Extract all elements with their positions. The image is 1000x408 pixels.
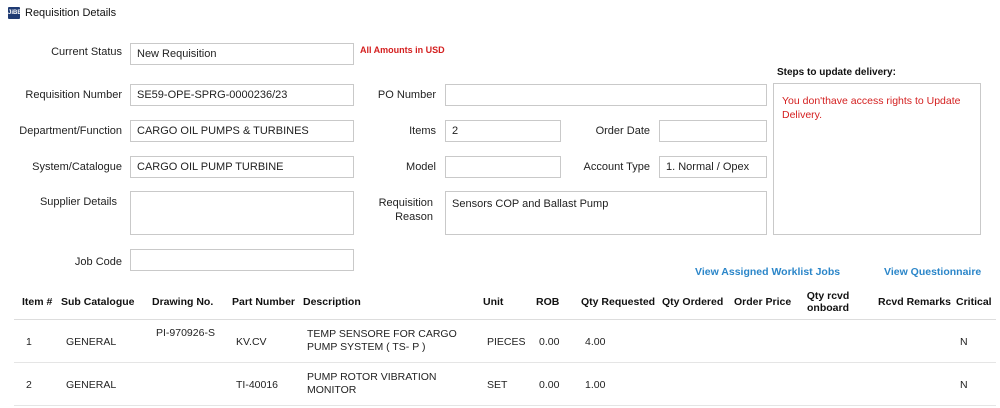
cell-unit: SET (487, 379, 508, 391)
cell-description: PUMP ROTOR VIBRATION MONITOR (307, 371, 437, 397)
delivery-steps-box: You don'thave access rights to Update De… (773, 83, 981, 235)
cell-item-no: 1 (26, 336, 32, 348)
cell-part-number: TI-40016 (236, 379, 279, 391)
department-label: Department/Function (19, 125, 122, 137)
requisition-reason-label-line2: Reason (395, 211, 433, 223)
system-catalogue-field[interactable]: CARGO OIL PUMP TURBINE (130, 156, 354, 178)
account-type-field[interactable]: 1. Normal / Opex (659, 156, 767, 178)
cell-rob: 0.00 (539, 379, 560, 391)
header-unit[interactable]: Unit (483, 296, 503, 308)
cell-qty-requested: 4.00 (585, 336, 606, 348)
order-date-field[interactable] (659, 120, 767, 142)
cell-description-line2: PUMP SYSTEM ( TS- P ) (307, 341, 426, 353)
header-rob[interactable]: ROB (536, 296, 559, 308)
cell-part-number: KV.CV (236, 336, 267, 348)
cell-description-line1: TEMP SENSORE FOR CARGO (307, 328, 457, 340)
header-qty-rcvd-onboard[interactable]: Qty rcvd onboard (806, 290, 850, 314)
header-item-no[interactable]: Item # (22, 296, 52, 308)
requisition-reason-field[interactable]: Sensors COP and Ballast Pump (445, 191, 767, 235)
header-qty-rcvd-line1: Qty rcvd (806, 290, 850, 302)
supplier-details-label: Supplier Details (39, 196, 117, 208)
po-number-label: PO Number (377, 89, 436, 101)
table-row[interactable]: 2 GENERAL TI-40016 PUMP ROTOR VIBRATION … (14, 364, 996, 406)
requisition-reason-label-line1: Requisition (378, 197, 433, 209)
system-catalogue-label: System/Catalogue (32, 161, 122, 173)
header-description[interactable]: Description (303, 296, 361, 308)
cell-sub-catalogue: GENERAL (66, 336, 117, 348)
model-label: Model (406, 161, 436, 173)
window-title: Requisition Details (25, 7, 117, 19)
header-rcvd-remarks[interactable]: Rcvd Remarks (878, 296, 951, 308)
header-sub-catalogue[interactable]: Sub Catalogue (61, 296, 135, 308)
cell-description-line2: MONITOR (307, 384, 357, 396)
view-questionnaire-link[interactable]: View Questionnaire (884, 266, 981, 278)
app-logo-icon: JiBE (8, 7, 21, 19)
header-qty-ordered[interactable]: Qty Ordered (662, 296, 723, 308)
current-status-field[interactable]: New Requisition (130, 43, 354, 65)
header-part-number[interactable]: Part Number (232, 296, 295, 308)
cell-rob: 0.00 (539, 336, 560, 348)
account-type-label: Account Type (583, 161, 650, 173)
cell-unit: PIECES (487, 336, 526, 348)
cell-item-no: 2 (26, 379, 32, 391)
model-field[interactable] (445, 156, 561, 178)
cell-drawing-no: PI-970926-S (156, 327, 215, 339)
table-header: Item # Sub Catalogue Drawing No. Part Nu… (14, 286, 996, 320)
cell-sub-catalogue: GENERAL (66, 379, 117, 391)
cell-description: TEMP SENSORE FOR CARGO PUMP SYSTEM ( TS-… (307, 328, 457, 354)
cell-description-line1: PUMP ROTOR VIBRATION (307, 371, 437, 383)
delivery-steps-title: Steps to update delivery: (777, 67, 896, 78)
current-status-label: Current Status (51, 46, 122, 58)
amounts-currency-note: All Amounts in USD (360, 45, 445, 55)
department-field[interactable]: CARGO OIL PUMPS & TURBINES (130, 120, 354, 142)
cell-critical: N (960, 379, 968, 391)
cell-critical: N (960, 336, 968, 348)
supplier-details-field[interactable] (130, 191, 354, 235)
title-bar: JiBE Requisition Details (0, 0, 1000, 28)
items-field[interactable]: 2 (445, 120, 561, 142)
header-critical[interactable]: Critical (956, 296, 992, 308)
requisition-number-label: Requisition Number (25, 89, 122, 101)
view-worklist-jobs-link[interactable]: View Assigned Worklist Jobs (695, 266, 840, 278)
items-label: Items (409, 125, 436, 137)
order-date-label: Order Date (595, 125, 650, 137)
delivery-access-message: You don'thave access rights to Update De… (782, 95, 961, 121)
job-code-field[interactable] (130, 249, 354, 271)
requisition-reason-label: Requisition Reason (360, 196, 433, 224)
job-code-label: Job Code (74, 256, 122, 268)
po-number-field[interactable] (445, 84, 767, 106)
requisition-number-field[interactable]: SE59-OPE-SPRG-0000236/23 (130, 84, 354, 106)
header-qty-requested[interactable]: Qty Requested (581, 296, 655, 308)
header-drawing-no[interactable]: Drawing No. (152, 296, 213, 308)
table-row[interactable]: 1 GENERAL PI-970926-S KV.CV TEMP SENSORE… (14, 321, 996, 363)
header-qty-rcvd-line2: onboard (807, 302, 849, 314)
header-order-price[interactable]: Order Price (734, 296, 791, 308)
cell-qty-requested: 1.00 (585, 379, 606, 391)
